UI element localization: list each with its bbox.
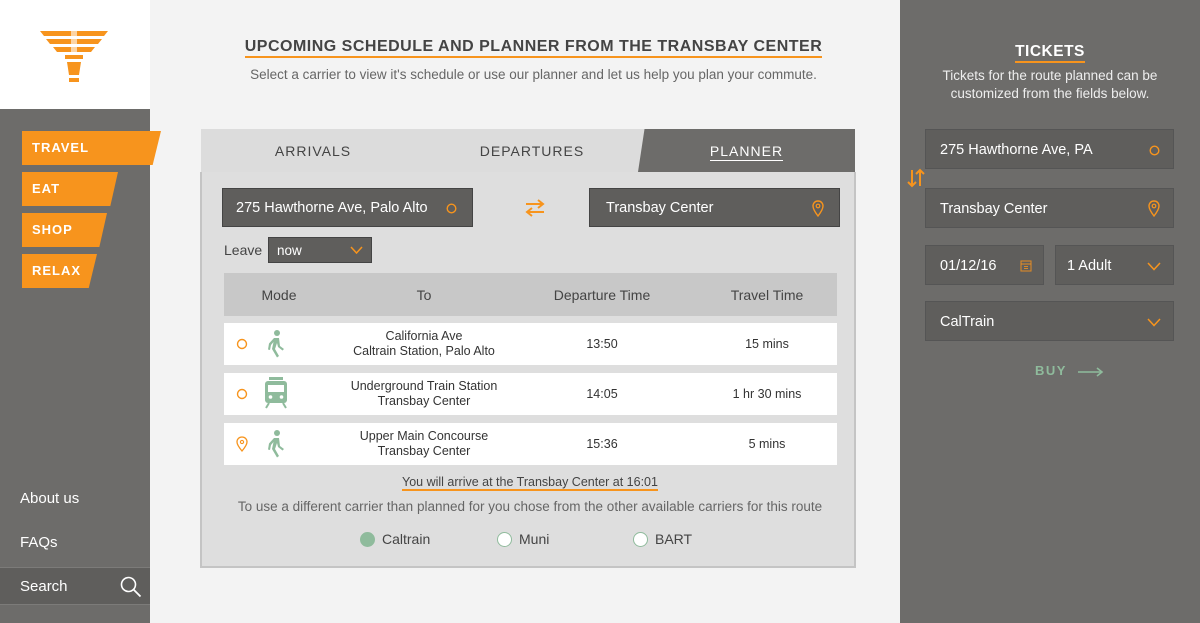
- ticket-carrier-value: CalTrain: [940, 314, 995, 330]
- chevron-down-icon: [1147, 318, 1161, 327]
- left-sidebar: TRAVEL EAT SHOP RELAX About us FAQs Sear…: [0, 0, 161, 623]
- search-box[interactable]: Search: [0, 567, 150, 605]
- row-destination: Upper Main Concourse Transbay Center: [359, 429, 489, 458]
- row-travel-time: 5 mins: [748, 437, 786, 451]
- logo[interactable]: [0, 0, 150, 109]
- calendar-icon: [1020, 260, 1032, 272]
- table-row[interactable]: Upper Main Concourse Transbay Center 15:…: [224, 423, 837, 465]
- circle-icon: [236, 338, 248, 350]
- planner-panel: 275 Hawthorne Ave, Palo Alto Transbay Ce…: [200, 172, 856, 568]
- table-row[interactable]: California Ave Caltrain Station, Palo Al…: [224, 323, 837, 365]
- to-field[interactable]: Transbay Center: [589, 188, 840, 227]
- ticket-to-field[interactable]: Transbay Center: [925, 188, 1174, 228]
- walk-icon: [268, 330, 284, 358]
- about-us-link[interactable]: About us: [20, 490, 79, 507]
- column-header-to: To: [416, 287, 432, 303]
- location-pin-icon: [812, 200, 824, 217]
- ticket-carrier-select[interactable]: CalTrain: [925, 301, 1174, 341]
- ticket-to-value: Transbay Center: [940, 201, 1048, 217]
- logo-icon: [40, 28, 108, 82]
- from-field[interactable]: 275 Hawthorne Ave, Palo Alto: [222, 188, 473, 227]
- location-pin-icon: [236, 436, 248, 452]
- ticket-date-field[interactable]: 01/12/16: [925, 245, 1044, 285]
- row-departure-time: 14:05: [586, 387, 618, 401]
- table-row[interactable]: Underground Train Station Transbay Cente…: [224, 373, 837, 415]
- column-header-mode: Mode: [261, 287, 297, 303]
- tickets-title: TICKETS: [900, 43, 1200, 63]
- page-title: UPCOMING SCHEDULE AND PLANNER FROM THE T…: [200, 38, 867, 58]
- nav-eat[interactable]: EAT: [22, 172, 118, 206]
- ticket-passengers-value: 1 Adult: [1067, 258, 1112, 274]
- row-travel-time: 15 mins: [745, 337, 789, 351]
- swap-vertical-icon[interactable]: [907, 168, 925, 188]
- leave-value: now: [277, 243, 302, 258]
- chevron-down-icon: [1147, 262, 1161, 271]
- buy-button[interactable]: BUY: [1035, 363, 1104, 378]
- circle-icon: [1149, 145, 1160, 156]
- table-header: Mode To Departure Time Travel Time: [224, 273, 837, 316]
- swap-arrows-icon[interactable]: [524, 199, 546, 217]
- carrier-radio-bart[interactable]: BART: [633, 531, 692, 547]
- ticket-from-value: 275 Hawthorne Ave, PA: [940, 142, 1093, 158]
- search-label: Search: [20, 578, 68, 595]
- search-icon[interactable]: [120, 576, 142, 598]
- nav-relax[interactable]: RELAX: [22, 254, 97, 288]
- chevron-down-icon: [350, 246, 363, 254]
- page-subtitle: Select a carrier to view it's schedule o…: [250, 67, 817, 82]
- walk-icon: [268, 430, 284, 458]
- carrier-note: To use a different carrier than planned …: [237, 499, 823, 514]
- radio-selected-icon: [360, 532, 375, 547]
- nav-travel[interactable]: TRAVEL: [22, 131, 161, 165]
- radio-unselected-icon: [497, 532, 512, 547]
- faqs-link[interactable]: FAQs: [20, 534, 58, 551]
- carrier-radio-caltrain[interactable]: Caltrain: [360, 531, 430, 547]
- circle-icon: [236, 388, 248, 400]
- tab-bar: ARRIVALS DEPARTURES PLANNER: [201, 129, 855, 172]
- nav-shop[interactable]: SHOP: [22, 213, 107, 247]
- row-departure-time: 15:36: [586, 437, 618, 451]
- leave-label: Leave: [224, 242, 263, 258]
- circle-icon: [446, 203, 457, 214]
- row-destination: Underground Train Station Transbay Cente…: [350, 379, 498, 408]
- to-value: Transbay Center: [606, 200, 714, 216]
- ticket-date-value: 01/12/16: [940, 258, 997, 274]
- row-destination: California Ave Caltrain Station, Palo Al…: [353, 329, 495, 358]
- column-header-travel: Travel Time: [730, 287, 804, 303]
- train-icon: [265, 377, 287, 409]
- leave-select[interactable]: now: [268, 237, 372, 263]
- tab-planner[interactable]: PLANNER: [638, 129, 855, 172]
- arrival-note: You will arrive at the Transbay Center a…: [402, 475, 658, 491]
- row-departure-time: 13:50: [586, 337, 618, 351]
- tickets-panel: TICKETS Tickets for the route planned ca…: [900, 0, 1200, 623]
- location-pin-icon: [1148, 200, 1160, 217]
- ticket-from-field[interactable]: 275 Hawthorne Ave, PA: [925, 129, 1174, 169]
- row-travel-time: 1 hr 30 mins: [732, 387, 802, 401]
- column-header-departure: Departure Time: [553, 287, 651, 303]
- carrier-radio-muni[interactable]: Muni: [497, 531, 549, 547]
- ticket-passengers-select[interactable]: 1 Adult: [1055, 245, 1174, 285]
- from-value: 275 Hawthorne Ave, Palo Alto: [236, 200, 428, 216]
- tab-arrivals[interactable]: ARRIVALS: [201, 129, 425, 172]
- tab-departures[interactable]: DEPARTURES: [415, 129, 649, 172]
- arrow-right-icon: [1077, 367, 1104, 377]
- tickets-subtitle: Tickets for the route planned can be cus…: [942, 68, 1158, 101]
- radio-unselected-icon: [633, 532, 648, 547]
